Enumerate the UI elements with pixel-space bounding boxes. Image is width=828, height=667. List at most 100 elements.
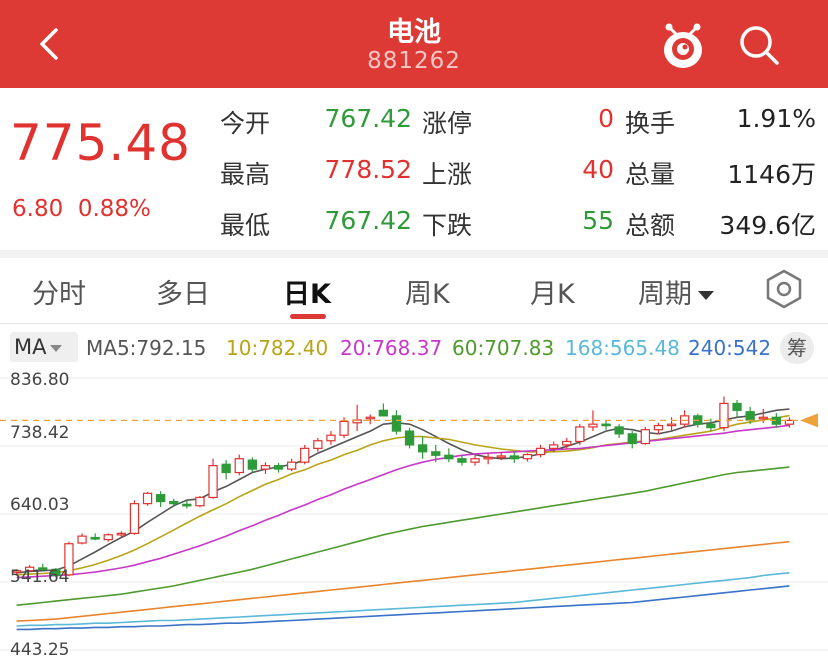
candle-body xyxy=(457,458,467,463)
candle-body xyxy=(496,455,506,459)
price-change: 6.80 0.88% xyxy=(12,196,151,222)
ma240-label: 240: xyxy=(688,336,733,360)
ma5-label: MA5: xyxy=(86,336,137,360)
tab-multi-day[interactable]: 多日 xyxy=(156,272,210,311)
candle-body xyxy=(719,402,729,429)
candle-body xyxy=(103,534,113,541)
tab-period-label: 周期 xyxy=(638,279,692,310)
candle-body xyxy=(142,492,153,505)
y-tick-label: 836.80 xyxy=(10,370,70,390)
candle-body xyxy=(326,434,336,442)
ma10-value: 782.40 xyxy=(258,336,329,360)
ma10-label: 10: xyxy=(226,336,259,360)
chevron-down-icon xyxy=(698,291,714,300)
change-value: 6.80 xyxy=(12,196,64,222)
candle-body xyxy=(666,423,677,427)
y-tick-label: 738.42 xyxy=(10,423,70,443)
value-advancers: 40 xyxy=(582,155,614,184)
candle-body xyxy=(509,455,520,460)
ma5-legend: MA5:792.15 xyxy=(86,336,206,360)
candle-body xyxy=(706,423,716,429)
ma168-value: 565.48 xyxy=(609,336,680,360)
ma168-label: 168: xyxy=(565,336,610,360)
label-high: 最高 xyxy=(220,160,271,189)
hexagon-settings-icon[interactable] xyxy=(764,268,804,310)
label-open: 今开 xyxy=(220,109,271,138)
candle-body xyxy=(391,415,402,432)
candle-body xyxy=(90,536,100,540)
change-percent: 0.88% xyxy=(77,196,151,222)
ma60-legend: 60:707.83 xyxy=(452,336,554,360)
ma168-legend: 168:565.48 xyxy=(565,336,680,360)
candle-body xyxy=(129,503,140,534)
candle-body xyxy=(522,453,533,460)
candle-body xyxy=(208,465,218,499)
ma60-label: 60: xyxy=(452,336,485,360)
candle-body xyxy=(417,444,428,453)
candle-body xyxy=(313,440,323,449)
search-icon[interactable] xyxy=(736,22,782,68)
ma-line-ma5 xyxy=(16,408,790,574)
tab-weekly-k[interactable]: 周K xyxy=(405,272,450,311)
candle-body xyxy=(182,503,192,507)
ma-line-ma60 xyxy=(16,466,790,606)
label-low: 最低 xyxy=(220,211,271,240)
value-low: 767.42 xyxy=(324,206,412,235)
tab-intraday[interactable]: 分时 xyxy=(32,272,86,311)
kline-chart[interactable]: 836.80 738.42 640.03 541.64 443.25 xyxy=(0,366,828,667)
candle-body xyxy=(758,416,768,420)
candle-body xyxy=(653,424,664,431)
active-tab-indicator xyxy=(290,314,326,319)
candle-body xyxy=(234,458,244,474)
candle-body xyxy=(627,433,637,445)
ma10-legend: 10:782.40 xyxy=(226,336,328,360)
candle-body xyxy=(601,423,611,427)
candle-body xyxy=(535,447,546,456)
value-decliners: 55 xyxy=(582,206,614,235)
ma-line-ma168 xyxy=(16,572,790,627)
ma-selector-label: MA xyxy=(14,335,47,359)
ma-legend: MA MA5:792.15 10:782.40 20:768.37 60:707… xyxy=(0,330,828,366)
value-high: 778.52 xyxy=(324,155,412,184)
ma20-label: 20: xyxy=(340,336,373,360)
candle-body xyxy=(640,429,651,445)
label-turnover: 换手 xyxy=(625,109,676,138)
tab-period-dropdown[interactable]: 周期 xyxy=(638,272,714,311)
value-volume: 1146万 xyxy=(727,160,816,189)
chip-distribution-button[interactable]: 筹 xyxy=(780,332,814,364)
candle-body xyxy=(365,416,375,420)
tab-daily-k[interactable]: 日K xyxy=(283,272,331,311)
label-limit-up: 涨停 xyxy=(422,109,473,138)
candle-body xyxy=(116,532,127,536)
ma5-value: 792.15 xyxy=(136,336,207,360)
ma-line-ma120 xyxy=(16,540,790,622)
candle-body xyxy=(195,496,205,507)
section-divider xyxy=(0,250,828,258)
value-turnover: 1.91% xyxy=(736,104,816,133)
y-tick-label: 443.25 xyxy=(10,640,70,660)
ma20-value: 768.37 xyxy=(372,336,443,360)
candle-body xyxy=(404,430,415,446)
mascot-icon[interactable] xyxy=(660,20,706,70)
candle-body xyxy=(483,456,493,460)
last-price-marker xyxy=(800,413,818,428)
ma240-value: 542 xyxy=(732,336,772,360)
ma-line-ma20 xyxy=(16,424,790,579)
y-tick-label: 640.03 xyxy=(10,495,70,515)
ma-selector-button[interactable]: MA xyxy=(10,332,78,362)
ma240-legend: 240:542 xyxy=(688,336,771,360)
tab-monthly-k[interactable]: 月K xyxy=(530,272,575,311)
candle-body xyxy=(614,426,624,435)
candle-body xyxy=(548,444,559,449)
value-open: 767.42 xyxy=(324,104,412,133)
candle-body xyxy=(470,458,480,463)
ma20-legend: 20:768.37 xyxy=(340,336,442,360)
quote-panel: 775.48 6.80 0.88% 今开 767.42 涨停 0 换手 1.91… xyxy=(0,88,828,250)
candle-body xyxy=(155,494,166,503)
candle-body xyxy=(378,409,389,417)
chevron-down-icon xyxy=(50,344,63,352)
candle-body xyxy=(588,423,598,428)
candle-body xyxy=(431,451,441,456)
label-volume: 总量 xyxy=(625,160,676,189)
label-amount: 总额 xyxy=(625,211,676,240)
